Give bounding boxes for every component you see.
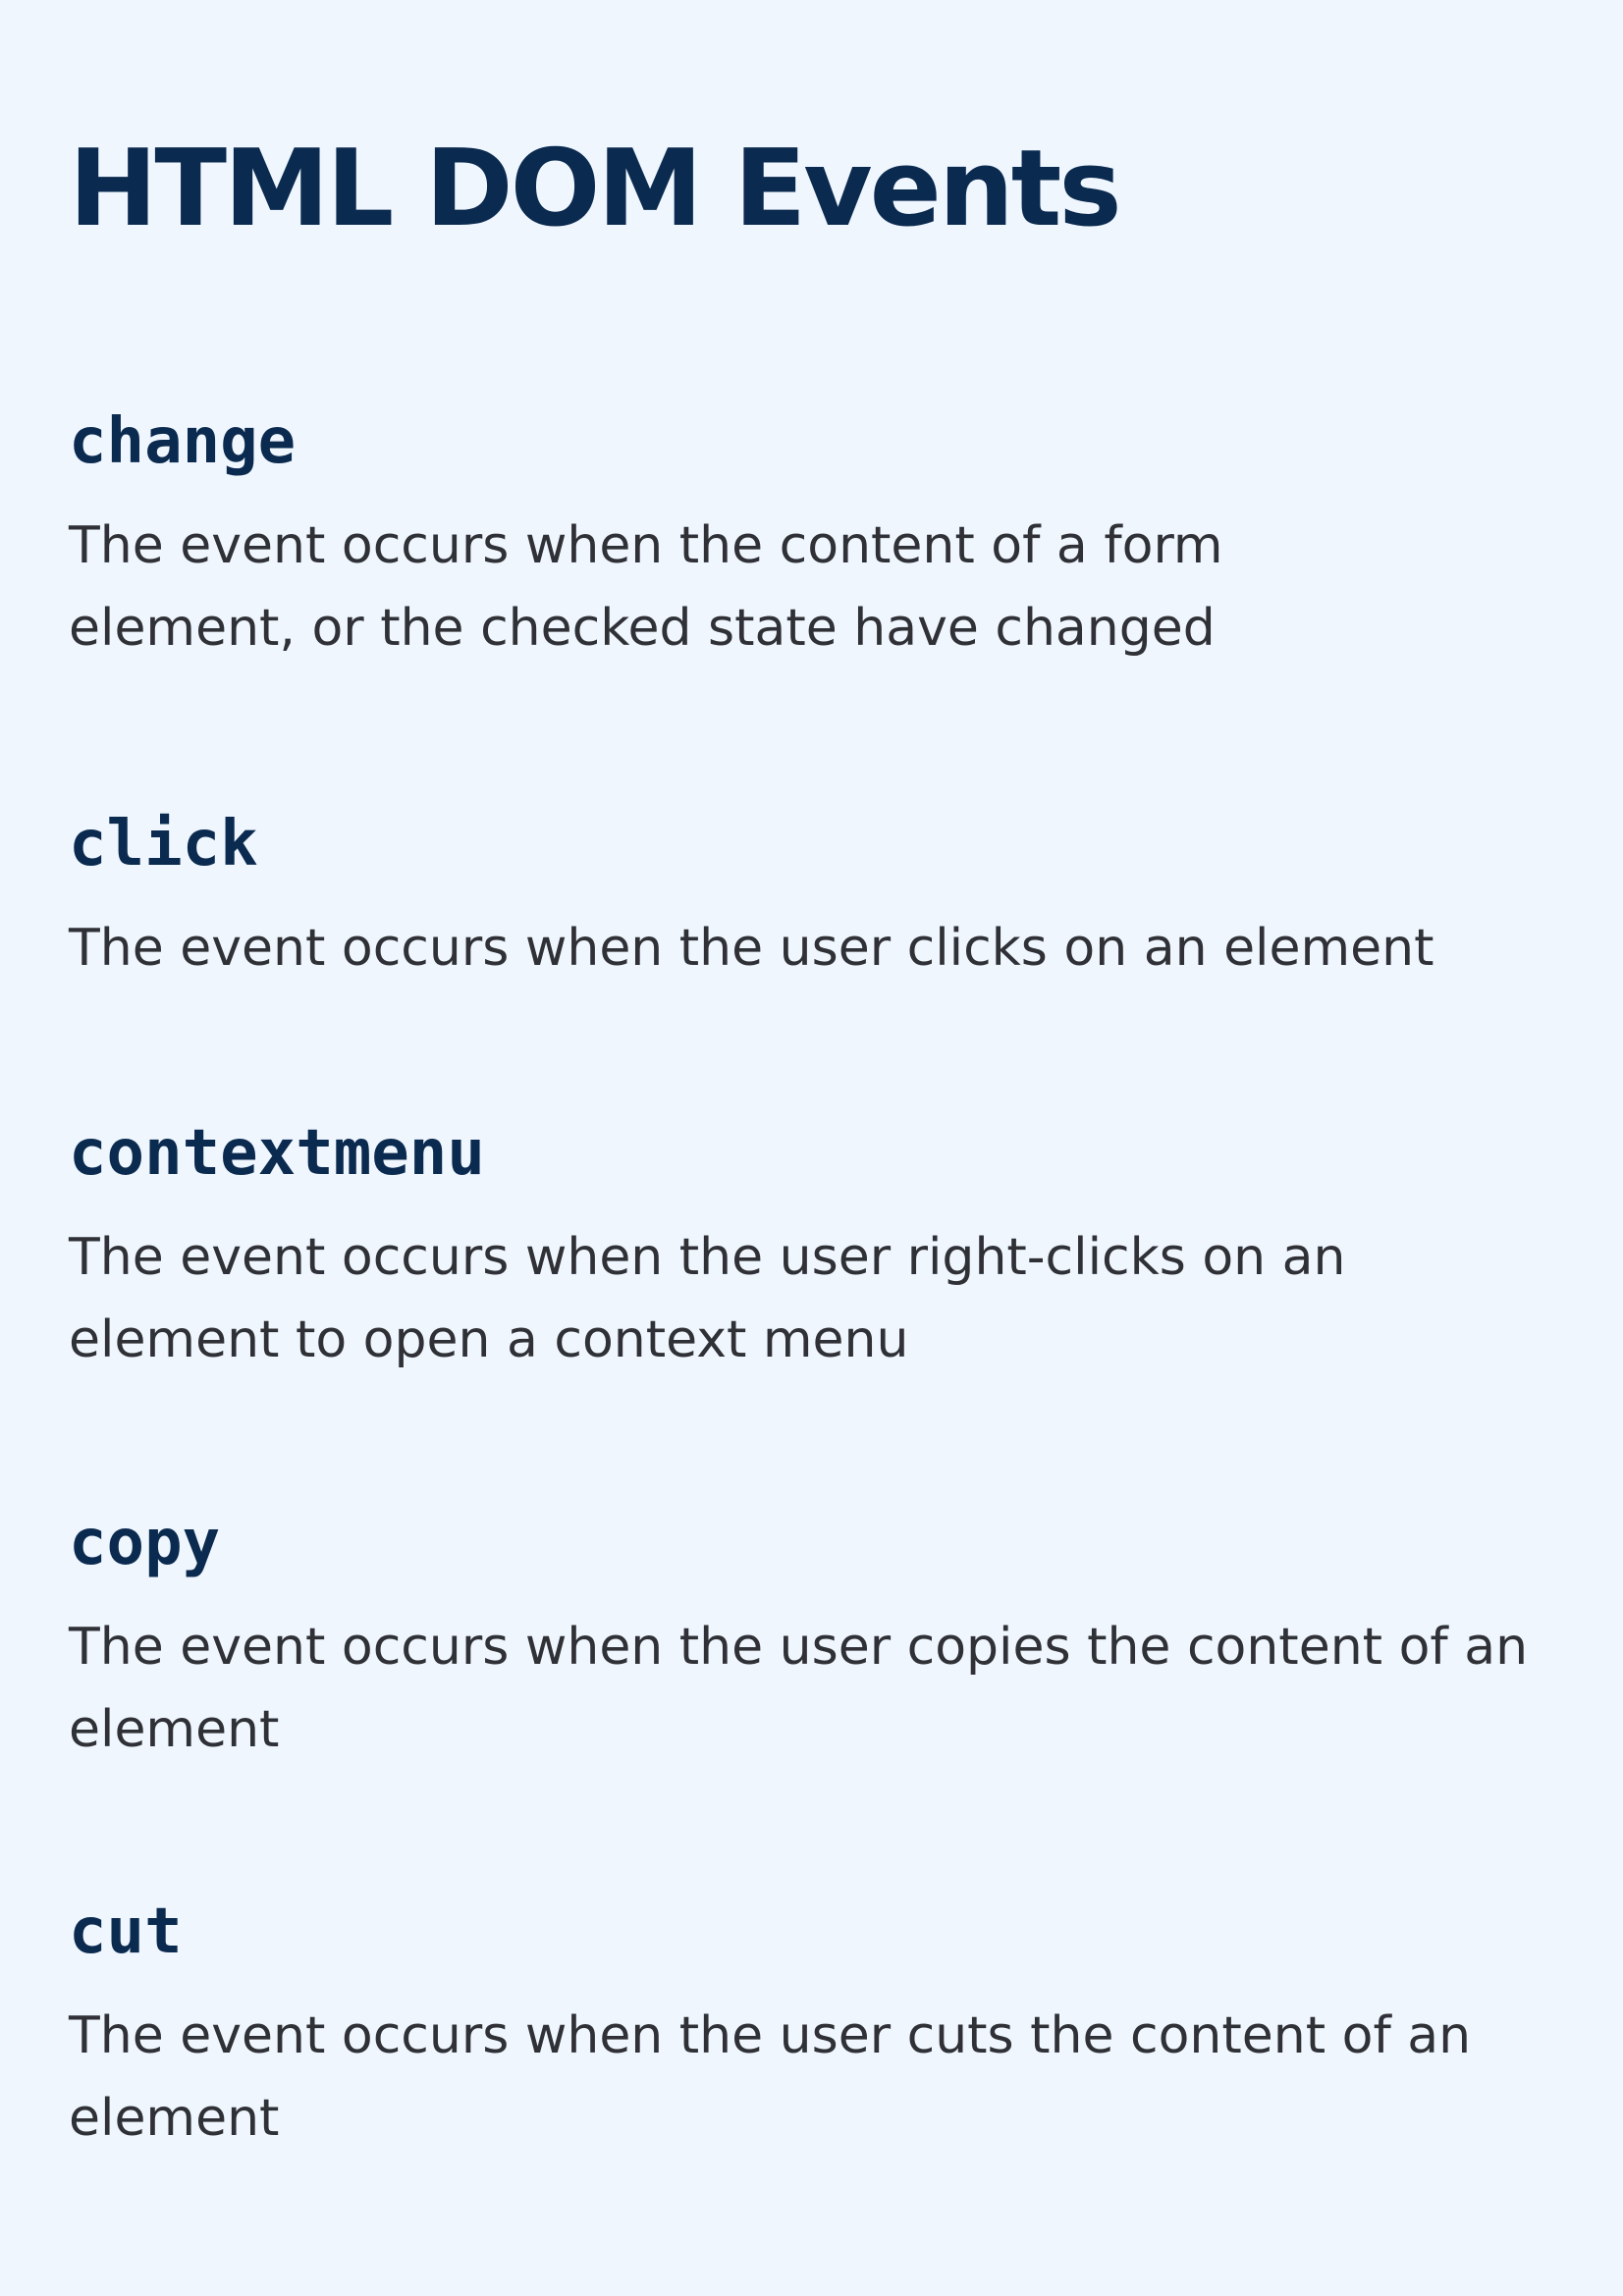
event-description: The event occurs when the user clicks on…	[69, 919, 1434, 978]
event-entry-copy: copy The event occurs when the user copi…	[69, 1504, 1581, 1771]
event-name: contextmenu	[69, 1117, 485, 1190]
page-title: HTML DOM Events	[69, 128, 1122, 250]
event-name: click	[69, 808, 258, 881]
event-description: The event occurs when the user cuts the …	[69, 2006, 1472, 2148]
event-description: The event occurs when the content of a f…	[69, 516, 1223, 658]
event-name: cut	[69, 1896, 183, 1968]
event-description: The event occurs when the user right-cli…	[69, 1228, 1346, 1369]
event-name: copy	[69, 1507, 221, 1579]
event-entry-cut: cut The event occurs when the user cuts …	[69, 1893, 1581, 2160]
event-entry-change: change The event occurs when the content…	[69, 402, 1581, 669]
event-entry-click: click The event occurs when the user cli…	[69, 805, 1581, 989]
event-name: change	[69, 405, 297, 478]
event-entry-contextmenu: contextmenu The event occurs when the us…	[69, 1114, 1581, 1381]
event-description: The event occurs when the user copies th…	[69, 1618, 1529, 1759]
